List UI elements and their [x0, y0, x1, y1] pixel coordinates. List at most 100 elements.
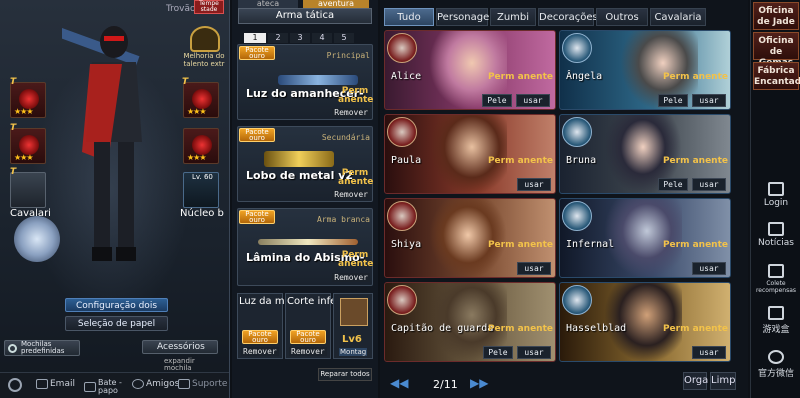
login-label: Login	[763, 198, 789, 208]
weapon-card-branca[interactable]: Pacote ouro Arma branca Lâmina do Abismo…	[237, 208, 373, 286]
perm-label: Perm anente	[338, 250, 374, 269]
tab-outros[interactable]: Outros	[596, 8, 648, 26]
tab-biblioteca[interactable]: ateca	[238, 0, 298, 8]
pele-button[interactable]: Pele	[658, 94, 688, 107]
pele-button[interactable]: Pele	[483, 346, 513, 359]
card-capitao[interactable]: Capitão de guarda Perm anente Pele usar	[384, 282, 556, 362]
repair-all-button[interactable]: Reparar todos	[318, 368, 372, 381]
page-4[interactable]: 4	[312, 33, 332, 43]
page-selector: 1 2 3 4 5	[244, 33, 354, 43]
selecao-papel-button[interactable]: Seleção de papel	[65, 316, 168, 331]
tab-tudo[interactable]: Tudo	[384, 8, 434, 26]
emblem-icon	[387, 201, 417, 231]
usar-button[interactable]: usar	[692, 178, 726, 191]
organizar-button[interactable]: Orga	[683, 372, 708, 390]
remover-button[interactable]: Remover	[332, 273, 370, 282]
weapon-card-secundaria[interactable]: Pacote ouro Secundária Lobo de metal v2 …	[237, 126, 373, 202]
small-slot-label: Luz da m	[239, 296, 285, 307]
oficina-jade-button[interactable]: Oficina de Jade	[753, 2, 799, 30]
tab-zumbi[interactable]: Zumbi	[490, 8, 536, 26]
slot-label: Arma branca	[317, 215, 370, 224]
next-page-icon[interactable]: ▶▶	[470, 376, 488, 390]
email-link[interactable]: Email	[36, 379, 75, 389]
remover-button[interactable]: Remover	[332, 108, 370, 117]
pacote-badge: Pacote ouro	[239, 128, 275, 142]
mochilas-button[interactable]: Mochilas predefinidas	[4, 340, 80, 356]
usar-button[interactable]: usar	[517, 178, 551, 191]
card-paula[interactable]: Paula Perm anente usar	[384, 114, 556, 194]
support-link[interactable]: Suporte	[178, 379, 227, 389]
perm-label: Perm anente	[487, 156, 553, 166]
noticias-item[interactable]: Notícias	[751, 222, 800, 248]
page-5[interactable]: 5	[334, 33, 354, 43]
emblem-icon	[562, 117, 592, 147]
friends-link[interactable]: Amigos	[132, 379, 179, 389]
pele-button[interactable]: Pele	[658, 178, 688, 191]
slot-label: Secundária	[321, 133, 370, 142]
usar-button[interactable]: usar	[692, 262, 726, 275]
perm-label: Perm anente	[487, 240, 553, 250]
card-angela[interactable]: Ângela Perm anente Pele usar	[559, 30, 731, 110]
tab-cavalaria[interactable]: Cavalaria d	[650, 8, 706, 41]
page-3[interactable]: 3	[290, 33, 310, 43]
prev-page-icon[interactable]: ◀◀	[390, 376, 408, 390]
login-item[interactable]: Login	[751, 182, 800, 208]
expandir-label[interactable]: expandir mochila	[164, 358, 204, 372]
youxi-item[interactable]: 游戏盒	[751, 306, 800, 335]
news-icon	[768, 222, 784, 236]
card-bruna[interactable]: Bruna Perm anente Pele usar	[559, 114, 731, 194]
emblem-icon	[562, 285, 592, 315]
page-2[interactable]: 2	[268, 33, 288, 43]
weapon-card-principal[interactable]: Pacote ouro Principal Luz do amanhecer- …	[237, 44, 373, 120]
tab-decoracoes[interactable]: Decorações	[538, 8, 598, 26]
page-indicator: 2/11	[433, 378, 458, 391]
tier-tag: T	[10, 167, 17, 177]
friends-icon	[132, 379, 144, 389]
acessorios-button[interactable]: Acessórios	[142, 340, 218, 354]
tab-personagem[interactable]: Personage	[436, 8, 489, 26]
level-label: Lv. 60	[192, 173, 213, 181]
tempestade-tab[interactable]: Tempe stade	[194, 0, 224, 14]
usar-button[interactable]: usar	[517, 346, 551, 359]
montag-button[interactable]: Montag	[339, 348, 368, 356]
gear-icon	[8, 344, 17, 353]
montag-slot[interactable]: Lv6 Montag	[333, 293, 373, 359]
alice-pele-button[interactable]: Pele	[482, 94, 512, 107]
tab-aventura[interactable]: aventura	[303, 0, 369, 8]
card-infernal[interactable]: Infernal Perm anente usar	[559, 198, 731, 278]
small-slot-1[interactable]: Luz da m Pacote ouro Remover	[237, 293, 285, 359]
limpar-button[interactable]: Limp	[710, 372, 736, 390]
fabrica-encantada-button[interactable]: Fábrica Encantada	[753, 62, 800, 90]
pacote-badge: Pacote ouro	[242, 330, 278, 344]
card-shiya[interactable]: Shiya Perm anente usar	[384, 198, 556, 278]
remover-button[interactable]: Remover	[289, 347, 327, 356]
card-name: Alice	[391, 71, 422, 82]
colete-item[interactable]: Colete recompensas	[751, 264, 800, 294]
remover-button[interactable]: Remover	[332, 190, 370, 199]
weixin-label: 官方微信	[757, 369, 794, 379]
remover-button[interactable]: Remover	[241, 347, 279, 356]
usar-button[interactable]: usar	[692, 94, 726, 107]
weixin-item[interactable]: 官方微信	[751, 350, 800, 379]
pacote-badge: Pacote ouro	[239, 46, 275, 60]
settings-gear-icon[interactable]	[8, 378, 22, 392]
small-slot-2[interactable]: Corte infe Pacote ouro Remover	[285, 293, 336, 359]
card-name: Paula	[391, 155, 422, 166]
montag-icon	[340, 298, 368, 326]
gear-slot-cavalaria[interactable]	[10, 172, 46, 208]
config-dois-button[interactable]: Configuração dois	[65, 298, 168, 312]
chat-link[interactable]: Bate -papo	[84, 379, 124, 395]
youxi-label: 游戏盒	[762, 325, 790, 335]
acessorios-label: Acessórios	[157, 342, 205, 352]
nucleo-label: Núcleo b	[180, 208, 224, 219]
oficina-gemas-button[interactable]: Oficina de Gemas	[753, 32, 799, 68]
login-icon	[768, 182, 784, 196]
talent-emblem-icon[interactable]	[190, 26, 220, 52]
page-1[interactable]: 1	[244, 33, 266, 43]
usar-button[interactable]: usar	[517, 262, 551, 275]
mochilas-label: Mochilas predefinidas	[21, 340, 65, 355]
card-hasselblad[interactable]: Hasselblad Perm anente usar	[559, 282, 731, 362]
alice-usar-button[interactable]: usar	[516, 94, 550, 107]
usar-button[interactable]: usar	[692, 346, 726, 359]
perm-label: Perm anente	[662, 156, 728, 166]
